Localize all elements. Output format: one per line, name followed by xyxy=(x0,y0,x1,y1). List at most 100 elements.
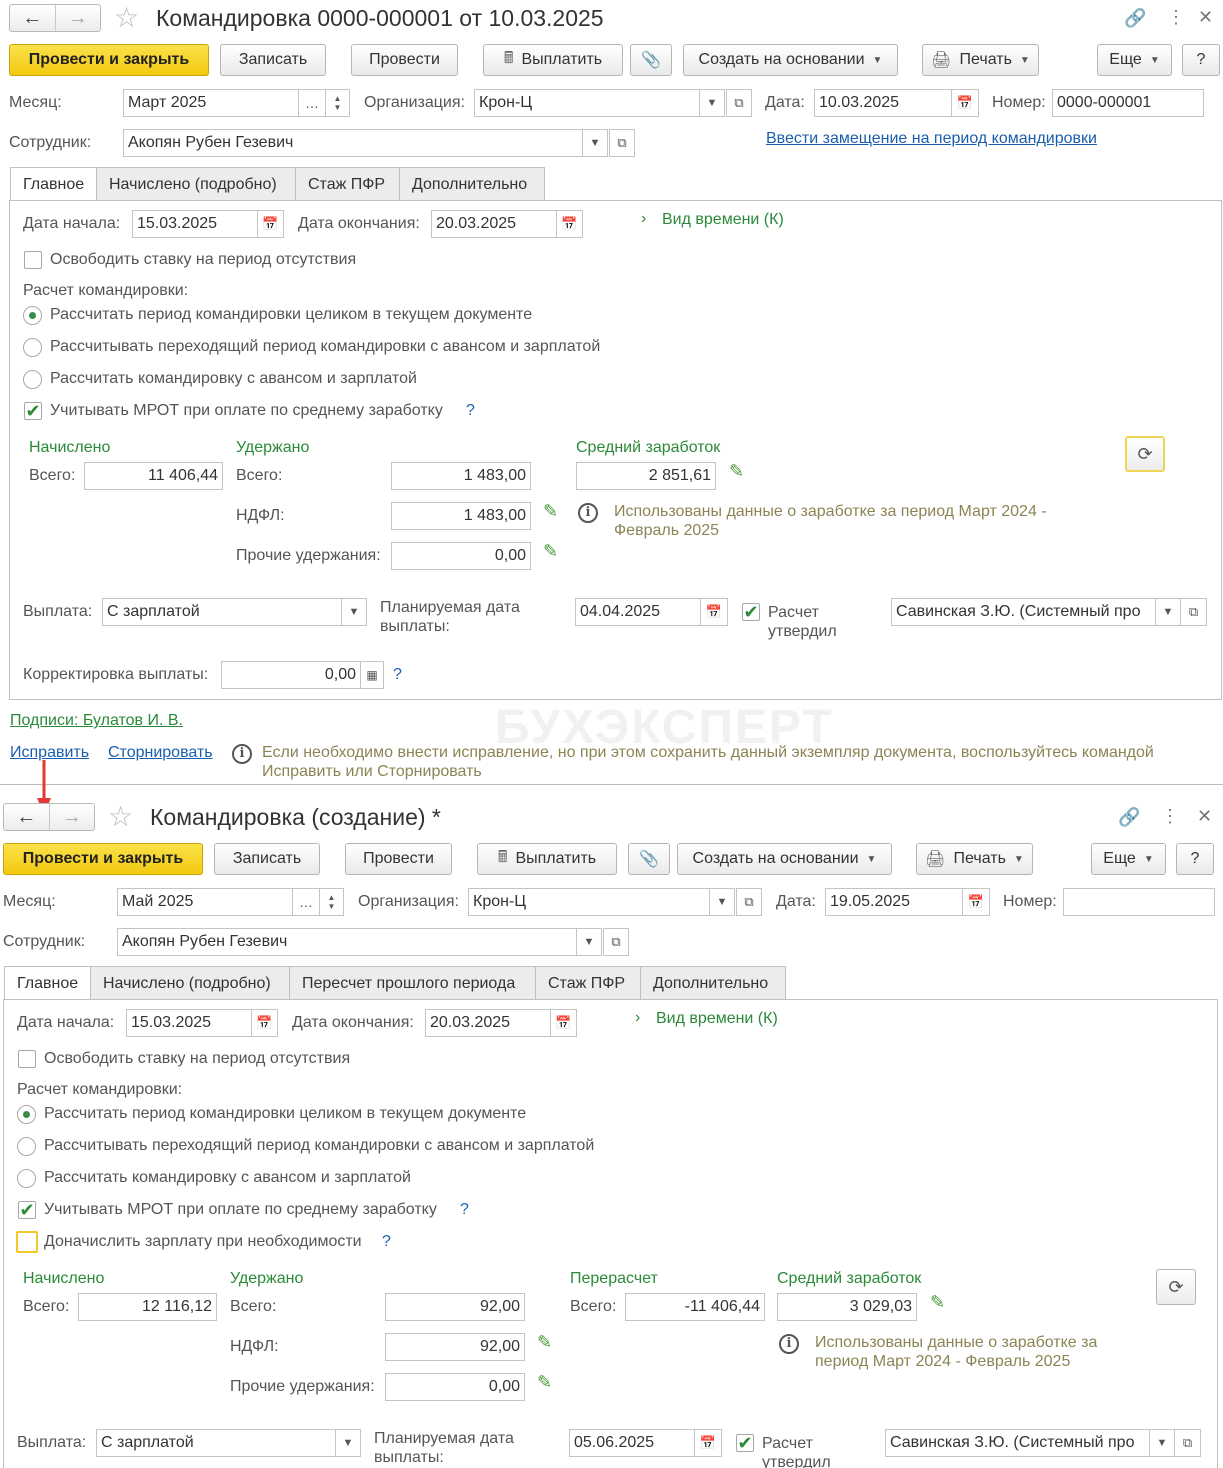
pay-button[interactable]: 🖩 Выплатить xyxy=(483,44,623,76)
month-field[interactable]: Март 2025 xyxy=(123,89,299,117)
refresh-icon[interactable]: ⟳ xyxy=(1156,1269,1196,1305)
more-button[interactable]: Еще ▼ xyxy=(1091,843,1166,875)
tab-accrued-detailed[interactable]: Начислено (подробно) xyxy=(96,167,296,201)
radio-whole-period[interactable] xyxy=(17,1105,36,1124)
extra-pay-checkbox[interactable] xyxy=(16,1231,38,1253)
payout-field[interactable]: С зарплатой xyxy=(102,598,342,626)
mrot-checkbox[interactable]: ✔ xyxy=(24,402,42,420)
pencil-icon[interactable]: ✎ xyxy=(537,1332,552,1353)
calendar-icon[interactable]: 📅 xyxy=(550,1009,577,1037)
attach-button[interactable]: 📎 xyxy=(628,843,670,875)
tab-pfr-experience[interactable]: Стаж ПФР xyxy=(535,966,641,1000)
post-and-close-button[interactable]: Провести и закрыть xyxy=(9,44,209,76)
other-withholdings-field[interactable]: 0,00 xyxy=(385,1373,525,1401)
month-select-button[interactable]: … xyxy=(292,888,320,916)
time-kind-link[interactable]: Вид времени (К) xyxy=(662,211,784,229)
date-field[interactable]: 19.05.2025 xyxy=(825,888,963,916)
avg-earnings-field[interactable]: 3 029,03 xyxy=(777,1293,917,1321)
help-icon[interactable]: ? xyxy=(466,402,475,420)
tab-additional[interactable]: Дополнительно xyxy=(399,167,545,201)
arrow-left-icon[interactable]: ← xyxy=(10,5,55,31)
help-button[interactable]: ? xyxy=(1176,843,1214,875)
month-stepper[interactable]: ▲ ▼ xyxy=(325,89,350,117)
open-form-icon[interactable]: ⧉ xyxy=(736,888,762,916)
signatures-link[interactable]: Подписи: Булатов И. В. xyxy=(10,712,183,730)
chevron-down-icon[interactable]: ▼ xyxy=(1149,1429,1175,1457)
withheld-total-field[interactable]: 1 483,00 xyxy=(391,462,531,490)
radio-whole-period[interactable] xyxy=(23,306,42,325)
pay-button[interactable]: 🖩 Выплатить xyxy=(477,843,617,875)
approver-field[interactable]: Савинская З.Ю. (Системный про xyxy=(885,1429,1150,1457)
calendar-icon[interactable]: 📅 xyxy=(951,89,979,117)
post-and-close-button[interactable]: Провести и закрыть xyxy=(3,843,203,875)
open-form-icon[interactable]: ⧉ xyxy=(726,89,752,117)
start-date-field[interactable]: 15.03.2025 xyxy=(132,210,258,238)
attach-button[interactable]: 📎 xyxy=(630,44,672,76)
chevron-down-icon[interactable]: ▼ xyxy=(341,598,367,626)
post-button[interactable]: Провести xyxy=(345,843,452,875)
link-icon[interactable]: 🔗 xyxy=(1118,807,1140,827)
open-form-icon[interactable]: ⧉ xyxy=(603,928,629,956)
print-button[interactable]: 🖨 Печать ▼ xyxy=(916,843,1033,875)
create-based-on-button[interactable]: Создать на основании ▼ xyxy=(677,843,892,875)
recalc-total-field[interactable]: -11 406,44 xyxy=(625,1293,765,1321)
accrued-total-field[interactable]: 11 406,44 xyxy=(84,462,223,490)
more-vertical-icon[interactable]: ⋮ xyxy=(1161,806,1179,826)
number-field[interactable] xyxy=(1063,888,1215,916)
help-icon[interactable]: ? xyxy=(393,666,402,684)
ndfl-field[interactable]: 92,00 xyxy=(385,1333,525,1361)
save-button[interactable]: Записать xyxy=(220,44,326,76)
ndfl-field[interactable]: 1 483,00 xyxy=(391,502,531,530)
chevron-down-icon[interactable]: ▼ xyxy=(1155,598,1181,626)
month-field[interactable]: Май 2025 xyxy=(117,888,293,916)
approved-checkbox[interactable]: ✔ xyxy=(736,1434,754,1452)
pencil-icon[interactable]: ✎ xyxy=(543,541,558,562)
chevron-down-icon[interactable]: ▼ xyxy=(582,129,608,157)
link-icon[interactable]: 🔗 xyxy=(1124,8,1146,28)
start-date-field[interactable]: 15.03.2025 xyxy=(126,1009,252,1037)
time-kind-link[interactable]: Вид времени (К) xyxy=(656,1010,778,1028)
close-icon[interactable]: ✕ xyxy=(1198,7,1213,27)
pencil-icon[interactable]: ✎ xyxy=(537,1372,552,1393)
tab-pfr-experience[interactable]: Стаж ПФР xyxy=(295,167,400,201)
free-rate-checkbox[interactable] xyxy=(24,251,42,269)
chevron-down-icon[interactable]: ▼ xyxy=(699,89,725,117)
end-date-field[interactable]: 20.03.2025 xyxy=(425,1009,551,1037)
payout-field[interactable]: С зарплатой xyxy=(96,1429,336,1457)
org-field[interactable]: Крон-Ц xyxy=(468,888,710,916)
planned-date-field[interactable]: 04.04.2025 xyxy=(575,598,701,626)
arrow-right-icon[interactable]: → xyxy=(54,5,101,31)
month-stepper[interactable]: ▲ ▼ xyxy=(319,888,344,916)
avg-earnings-field[interactable]: 2 851,61 xyxy=(576,462,716,490)
refresh-icon[interactable]: ⟳ xyxy=(1125,436,1165,472)
calendar-icon[interactable]: 📅 xyxy=(257,210,284,238)
post-button[interactable]: Провести xyxy=(351,44,458,76)
pencil-icon[interactable]: ✎ xyxy=(729,461,744,482)
end-date-field[interactable]: 20.03.2025 xyxy=(431,210,557,238)
radio-transitional-period[interactable] xyxy=(17,1137,36,1156)
open-form-icon[interactable]: ⧉ xyxy=(1174,1429,1201,1457)
help-icon[interactable]: ? xyxy=(460,1201,469,1219)
approver-field[interactable]: Савинская З.Ю. (Системный про xyxy=(891,598,1156,626)
other-withholdings-field[interactable]: 0,00 xyxy=(391,542,531,570)
close-icon[interactable]: ✕ xyxy=(1197,806,1212,826)
arrow-right-icon[interactable]: → xyxy=(48,804,95,830)
more-vertical-icon[interactable]: ⋮ xyxy=(1167,7,1185,27)
open-form-icon[interactable]: ⧉ xyxy=(609,129,635,157)
open-form-icon[interactable]: ⧉ xyxy=(1180,598,1207,626)
pencil-icon[interactable]: ✎ xyxy=(930,1292,945,1313)
withheld-total-field[interactable]: 92,00 xyxy=(385,1293,525,1321)
tab-additional[interactable]: Дополнительно xyxy=(640,966,786,1000)
help-icon[interactable]: ? xyxy=(382,1233,391,1251)
calendar-icon[interactable]: 📅 xyxy=(962,888,990,916)
chevron-down-icon[interactable]: ▼ xyxy=(576,928,602,956)
replacement-link[interactable]: Ввести замещение на период командировки xyxy=(766,130,1097,148)
calendar-icon[interactable]: 📅 xyxy=(694,1429,722,1457)
storno-link[interactable]: Сторнировать xyxy=(108,744,213,762)
radio-with-salary[interactable] xyxy=(23,370,42,389)
accrued-total-field[interactable]: 12 116,12 xyxy=(78,1293,217,1321)
number-field[interactable]: 0000-000001 xyxy=(1052,89,1204,117)
star-icon[interactable]: ☆ xyxy=(114,4,139,32)
month-select-button[interactable]: … xyxy=(298,89,326,117)
calendar-icon[interactable]: 📅 xyxy=(700,598,728,626)
